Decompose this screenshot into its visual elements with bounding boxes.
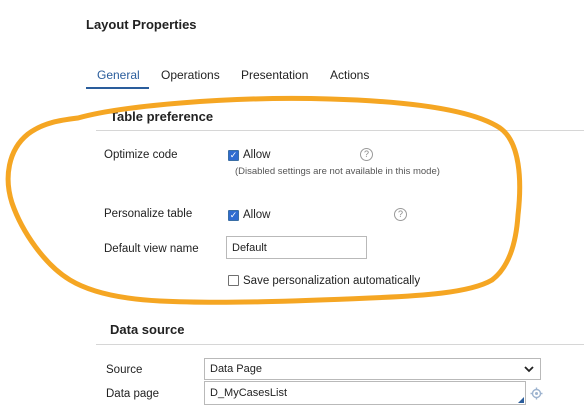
annotation-circle bbox=[5, 95, 523, 305]
